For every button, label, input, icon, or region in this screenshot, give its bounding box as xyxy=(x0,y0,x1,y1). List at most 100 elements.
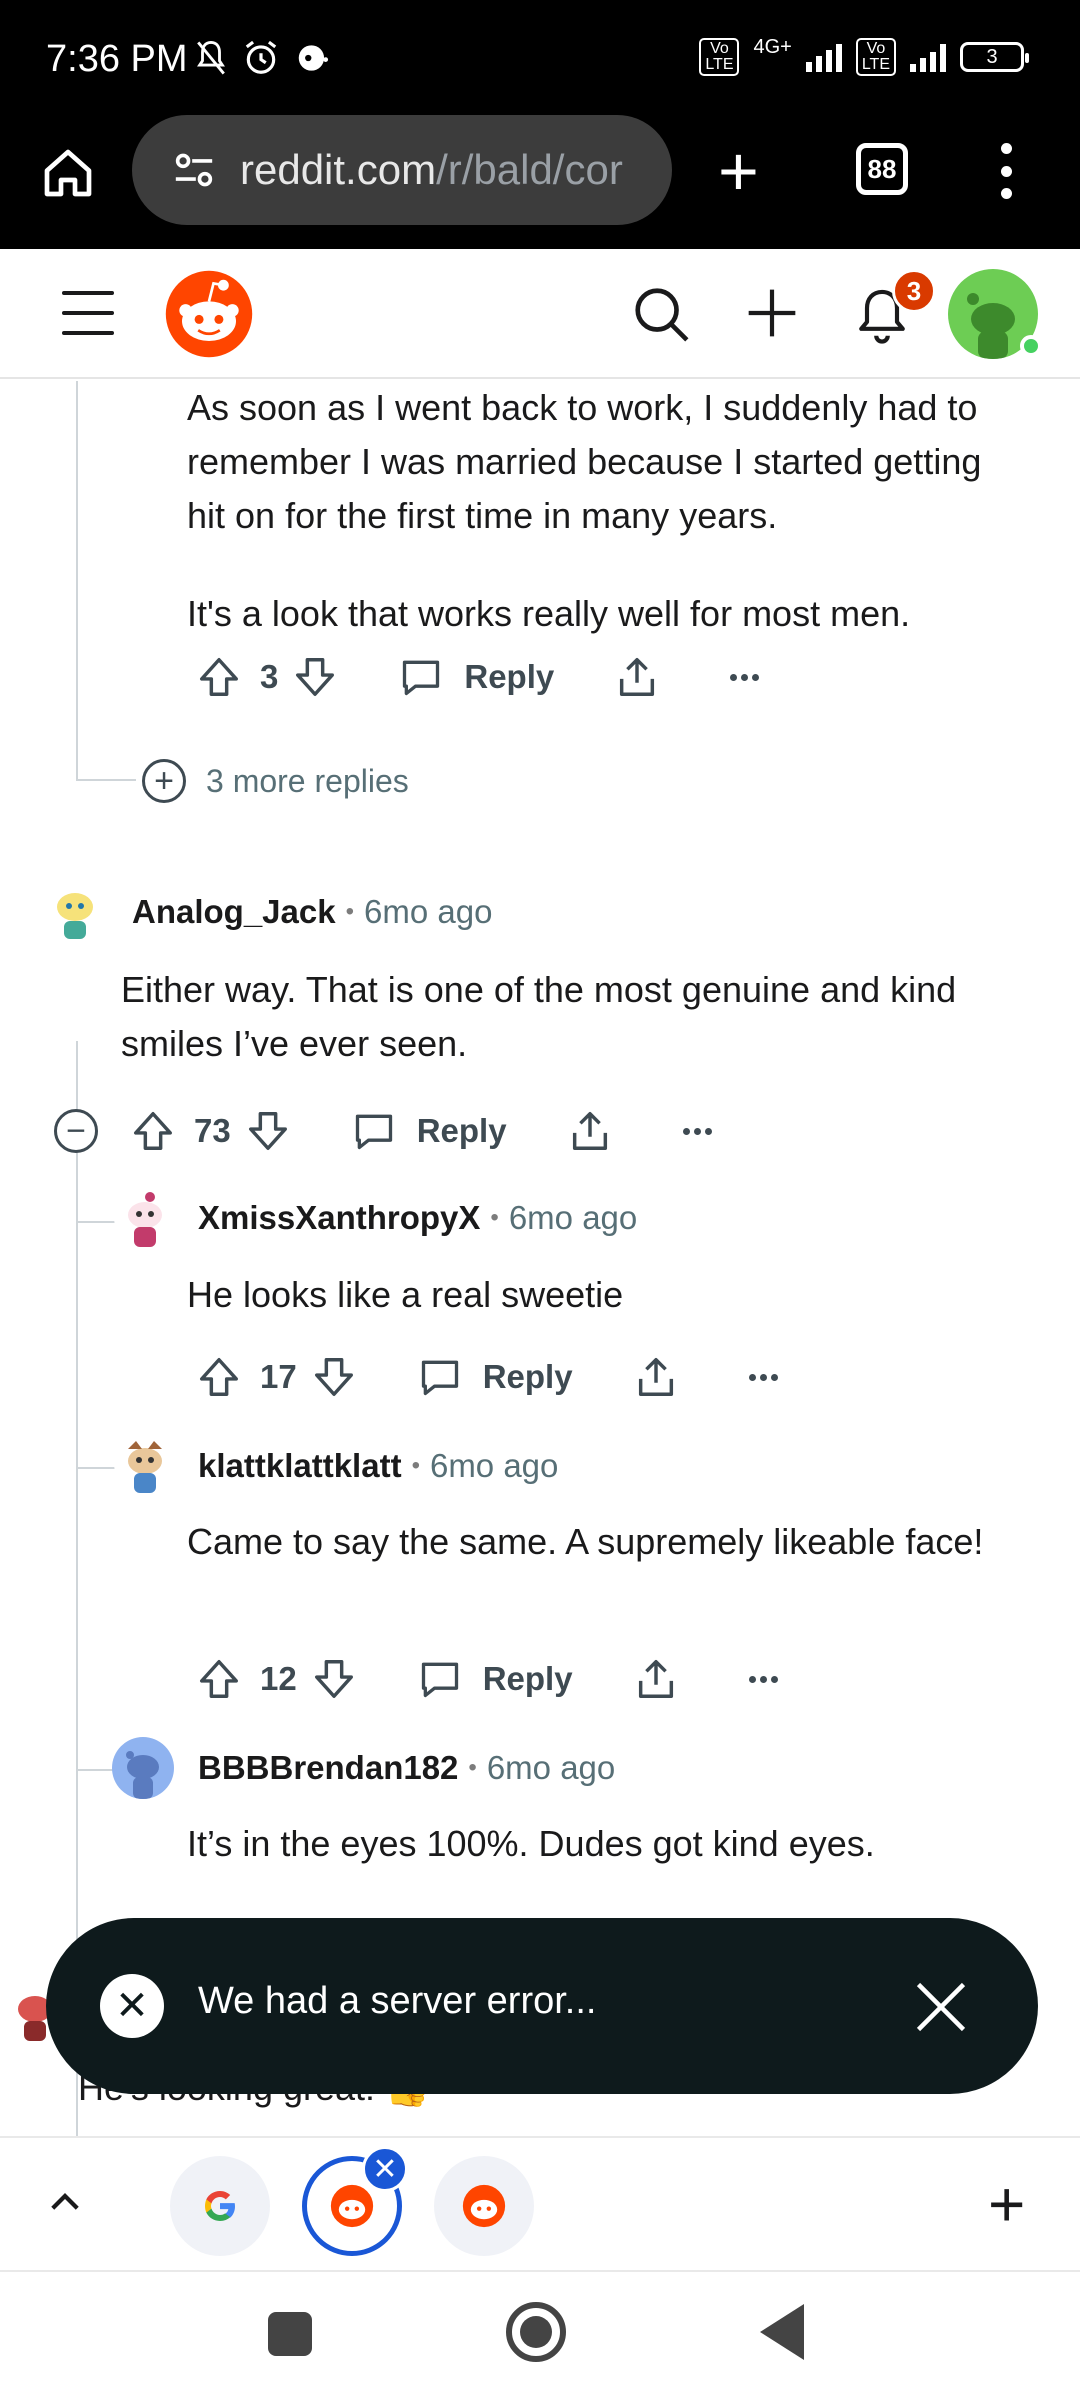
battery-icon: 3 xyxy=(960,42,1029,72)
downvote-icon[interactable] xyxy=(311,1352,357,1402)
reply-button[interactable]: Reply xyxy=(417,1657,573,1701)
comment-meta: Analog_Jack • 6mo ago xyxy=(132,893,492,931)
battery-level: 3 xyxy=(986,45,998,68)
status-bar: 7:36 PM Vo LTE 4G+ Vo LTE 3 xyxy=(0,0,1080,115)
reply-label: Reply xyxy=(482,1660,573,1697)
username[interactable]: klattklattklatt xyxy=(198,1447,402,1485)
meta-separator: • xyxy=(490,1204,499,1231)
more-options-icon[interactable] xyxy=(748,1373,778,1381)
comment-body: Either way. That is one of the most genu… xyxy=(121,969,957,1064)
search-icon[interactable] xyxy=(630,283,692,345)
network-type: 4G+ xyxy=(753,35,792,58)
username[interactable]: Analog_Jack xyxy=(132,893,336,931)
downvote-icon[interactable] xyxy=(311,1654,357,1704)
reddit-icon xyxy=(462,2184,506,2228)
downvote-icon[interactable] xyxy=(245,1106,291,1156)
reply-icon xyxy=(403,660,440,696)
upvote-icon[interactable] xyxy=(196,652,242,702)
reply-button[interactable]: Reply xyxy=(351,1109,507,1153)
comment-meta: XmissXanthropyX • 6mo ago xyxy=(198,1199,637,1237)
vote-score: 17 xyxy=(260,1358,297,1395)
thread-line xyxy=(76,779,136,781)
create-post-icon[interactable] xyxy=(744,285,800,341)
timestamp: 6mo ago xyxy=(429,1447,559,1484)
hamburger-menu-icon[interactable] xyxy=(62,291,114,335)
more-options-icon[interactable] xyxy=(730,673,760,681)
url-bar[interactable]: reddit.com/r/bald/cor xyxy=(132,115,672,225)
close-icon[interactable] xyxy=(914,1980,968,2034)
upvote-icon[interactable] xyxy=(196,1654,242,1704)
share-icon[interactable] xyxy=(633,1352,679,1402)
url-path: /r/bald/cor xyxy=(436,146,623,193)
error-toast: ✕ We had a server error... xyxy=(46,1918,1038,2094)
thread-line xyxy=(76,381,78,781)
system-nav-bar xyxy=(0,2272,1080,2400)
reddit-logo[interactable] xyxy=(164,269,254,359)
meta-separator: • xyxy=(411,1452,420,1479)
snoo-avatar-icon xyxy=(44,879,106,941)
toast-message: We had a server error... xyxy=(198,1980,597,2022)
back-button[interactable] xyxy=(760,2304,804,2360)
comment-body: He looks like a real sweetie xyxy=(187,1274,624,1315)
add-tab-button[interactable]: + xyxy=(988,2172,1025,2236)
reddit-icon xyxy=(330,2184,374,2228)
downvote-icon[interactable] xyxy=(292,652,338,702)
comment-actions: 17 Reply xyxy=(196,1347,778,1407)
status-time: 7:36 PM xyxy=(46,38,188,80)
error-icon: ✕ xyxy=(100,1974,164,2038)
more-replies-button[interactable]: + 3 more replies xyxy=(142,759,409,803)
reply-button[interactable]: Reply xyxy=(417,1355,573,1399)
url-host: reddit.com xyxy=(240,146,437,193)
snoo-avatar-icon xyxy=(114,1433,176,1495)
muted-bell-icon xyxy=(197,40,225,75)
username[interactable]: BBBBrendan182 xyxy=(198,1749,458,1787)
share-icon[interactable] xyxy=(567,1106,613,1156)
collapse-thread-button[interactable]: − xyxy=(54,1109,98,1153)
chat-bubble-icon xyxy=(298,45,329,71)
signal-icon xyxy=(805,42,842,72)
chevron-up-icon[interactable] xyxy=(44,2182,86,2224)
status-right: Vo LTE 4G+ Vo LTE 3 xyxy=(699,35,1029,76)
volte-icon: Vo LTE xyxy=(699,38,740,76)
reply-label: Reply xyxy=(464,658,555,695)
url-text: reddit.com/r/bald/cor xyxy=(240,146,623,194)
tab-google[interactable] xyxy=(170,2156,270,2256)
comment-actions: 73 Reply xyxy=(130,1101,712,1161)
browser-tab-strip: ✕ + xyxy=(0,2136,1080,2272)
close-tab-icon[interactable]: ✕ xyxy=(362,2146,408,2192)
comment-body: Came to say the same. A supremely likeab… xyxy=(187,1521,984,1562)
vote-score: 73 xyxy=(194,1112,231,1149)
alarm-icon xyxy=(245,40,277,74)
share-icon[interactable] xyxy=(633,1654,679,1704)
reply-icon xyxy=(355,1114,392,1150)
home-icon[interactable] xyxy=(40,145,96,201)
tab-reddit[interactable] xyxy=(434,2156,534,2256)
snoo-avatar-icon xyxy=(114,1187,176,1249)
comment-body: As soon as I went back to work, I sudden… xyxy=(187,381,1017,641)
comments-feed[interactable]: As soon as I went back to work, I sudden… xyxy=(0,381,1080,2136)
new-tab-button[interactable]: + xyxy=(718,136,759,206)
home-button[interactable] xyxy=(506,2302,566,2362)
avatar[interactable] xyxy=(112,1737,174,1799)
upvote-icon[interactable] xyxy=(196,1352,242,1402)
avatar[interactable] xyxy=(114,1187,176,1249)
username[interactable]: XmissXanthropyX xyxy=(198,1199,480,1237)
upvote-icon[interactable] xyxy=(130,1106,176,1156)
share-icon[interactable] xyxy=(614,652,660,702)
recents-button[interactable] xyxy=(268,2312,312,2356)
reddit-header: 3 xyxy=(0,249,1080,379)
site-settings-icon[interactable] xyxy=(172,150,216,190)
more-options-icon[interactable] xyxy=(748,1675,778,1683)
status-icons xyxy=(194,38,332,78)
avatar[interactable] xyxy=(114,1433,176,1495)
overflow-menu-icon[interactable] xyxy=(1000,143,1012,199)
meta-separator: • xyxy=(468,1754,477,1781)
avatar[interactable] xyxy=(44,879,106,941)
tab-switcher-button[interactable]: 88 xyxy=(856,143,908,195)
more-options-icon[interactable] xyxy=(682,1127,712,1135)
reply-button[interactable]: Reply xyxy=(398,655,554,699)
notification-badge: 3 xyxy=(892,269,936,313)
vote-score: 12 xyxy=(260,1660,297,1697)
vote-score: 3 xyxy=(260,658,279,695)
reply-label: Reply xyxy=(482,1358,573,1395)
